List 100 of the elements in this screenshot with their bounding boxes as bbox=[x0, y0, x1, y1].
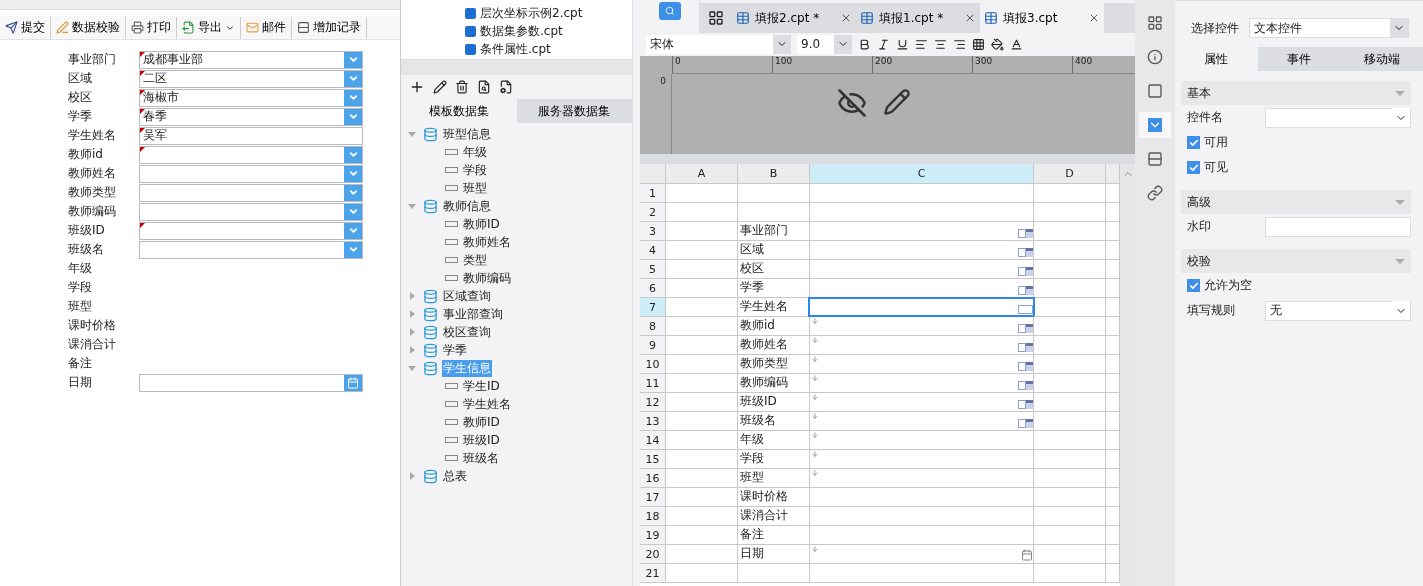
bold-icon[interactable] bbox=[858, 37, 871, 51]
expand-icon[interactable] bbox=[409, 472, 415, 480]
combo-field[interactable]: 海椒市 bbox=[139, 88, 363, 107]
row-header[interactable]: 8 bbox=[640, 317, 666, 336]
align-right-icon[interactable] bbox=[953, 37, 966, 51]
date-field[interactable] bbox=[139, 373, 363, 392]
toolbar-button[interactable]: 增加记录 bbox=[292, 16, 367, 39]
dropdown-button[interactable] bbox=[344, 70, 362, 87]
sheet-cell[interactable] bbox=[666, 374, 738, 393]
search-button[interactable] bbox=[658, 2, 681, 20]
sheet-cell[interactable] bbox=[1034, 374, 1106, 393]
sheet-cell[interactable] bbox=[1034, 317, 1106, 336]
sheet-cell[interactable] bbox=[810, 507, 1034, 526]
dataset-item[interactable]: 校区查询 bbox=[442, 323, 492, 341]
property-tab[interactable]: 移动端 bbox=[1340, 47, 1423, 71]
sheet-cell[interactable]: 教师id bbox=[738, 317, 810, 336]
sheet-cell[interactable] bbox=[666, 241, 738, 260]
combo-field[interactable]: 成都事业部 bbox=[139, 50, 363, 69]
preview-icon[interactable] bbox=[477, 80, 491, 94]
sheet-cell[interactable] bbox=[810, 450, 1034, 469]
font-color-icon[interactable] bbox=[1010, 37, 1023, 51]
combo-field[interactable] bbox=[139, 240, 363, 259]
font-select[interactable]: 宋体 bbox=[646, 34, 791, 54]
dropdown-button[interactable] bbox=[344, 184, 362, 201]
field-item[interactable]: 教师姓名 bbox=[462, 233, 512, 251]
new-sheet-icon[interactable] bbox=[708, 10, 724, 26]
sheet-cell[interactable]: 教师姓名 bbox=[738, 336, 810, 355]
sheet-cell[interactable]: 日期 bbox=[738, 545, 810, 564]
row-header[interactable]: 5 bbox=[640, 260, 666, 279]
checkbox[interactable] bbox=[1187, 161, 1200, 174]
sheet-cell[interactable] bbox=[810, 336, 1034, 355]
sheet-cell[interactable] bbox=[810, 526, 1034, 545]
sheet-cell[interactable] bbox=[810, 564, 1034, 583]
row-header[interactable]: 2 bbox=[640, 203, 666, 222]
select-field[interactable] bbox=[1265, 107, 1411, 128]
sheet-cell[interactable] bbox=[1034, 393, 1106, 412]
close-icon[interactable] bbox=[840, 12, 852, 24]
sheet-cell[interactable] bbox=[738, 203, 810, 222]
sheet-cell[interactable] bbox=[1034, 279, 1106, 298]
combo-field[interactable] bbox=[139, 145, 363, 164]
sheet-cell[interactable]: 校区 bbox=[738, 260, 810, 279]
sheet-cell[interactable] bbox=[1034, 469, 1106, 488]
align-center-icon[interactable] bbox=[934, 37, 947, 51]
sheet-cell[interactable] bbox=[1034, 355, 1106, 374]
italic-icon[interactable] bbox=[877, 37, 890, 51]
sheet-cell[interactable] bbox=[666, 564, 738, 583]
sheet-cell[interactable] bbox=[810, 184, 1034, 203]
field-item[interactable]: 学生ID bbox=[462, 377, 501, 395]
sheet-cell[interactable] bbox=[666, 222, 738, 241]
sheet-cell[interactable] bbox=[738, 564, 810, 583]
collapse-icon[interactable] bbox=[408, 203, 416, 209]
file-item[interactable]: 条件属性.cpt bbox=[465, 40, 632, 58]
sheet-cell[interactable]: 学生姓名 bbox=[738, 298, 810, 317]
row-header[interactable]: 18 bbox=[640, 507, 666, 526]
row-header[interactable]: 13 bbox=[640, 412, 666, 431]
sheet-cell[interactable] bbox=[666, 298, 738, 317]
input-field[interactable] bbox=[1265, 216, 1411, 237]
sheet-cell[interactable] bbox=[666, 450, 738, 469]
sheet-cell[interactable] bbox=[666, 412, 738, 431]
row-header[interactable]: 4 bbox=[640, 241, 666, 260]
dropdown-button[interactable] bbox=[344, 222, 362, 239]
property-tab[interactable]: 事件 bbox=[1257, 47, 1341, 71]
field-item[interactable]: 学生姓名 bbox=[462, 395, 512, 413]
row-header[interactable]: 15 bbox=[640, 450, 666, 469]
combo-field[interactable] bbox=[139, 183, 363, 202]
sheet-cell[interactable]: 课消合计 bbox=[738, 507, 810, 526]
checkbox[interactable] bbox=[1187, 136, 1200, 149]
sheet-cell[interactable] bbox=[1034, 564, 1106, 583]
expand-icon[interactable] bbox=[409, 310, 415, 318]
sheet-cell[interactable] bbox=[1034, 526, 1106, 545]
dataset-item[interactable]: 区域查询 bbox=[442, 287, 492, 305]
control-select[interactable]: 文本控件 bbox=[1249, 18, 1409, 38]
field-item[interactable]: 班级ID bbox=[462, 431, 501, 449]
sheet-cell[interactable] bbox=[1034, 431, 1106, 450]
dropdown-button[interactable] bbox=[344, 108, 362, 125]
row-header[interactable]: 20 bbox=[640, 545, 666, 564]
sheet-cell[interactable] bbox=[666, 469, 738, 488]
sheet-cell[interactable]: 教师类型 bbox=[738, 355, 810, 374]
field-item[interactable]: 班级名 bbox=[462, 449, 500, 467]
dropdown-button[interactable] bbox=[344, 89, 362, 106]
field-item[interactable]: 教师ID bbox=[462, 215, 501, 233]
border-icon[interactable] bbox=[972, 37, 985, 51]
collapse-icon[interactable] bbox=[1395, 258, 1405, 264]
underline-icon[interactable] bbox=[896, 37, 909, 51]
toolbar-button[interactable]: 导出 bbox=[177, 16, 241, 39]
checkbox[interactable] bbox=[1187, 279, 1200, 292]
sheet-cell[interactable] bbox=[810, 222, 1034, 241]
dropdown-button[interactable] bbox=[344, 51, 362, 68]
sheet-cell[interactable] bbox=[1034, 222, 1106, 241]
section-header[interactable]: 基本 bbox=[1181, 81, 1411, 105]
field-item[interactable]: 教师编码 bbox=[462, 269, 512, 287]
sheet-cell[interactable] bbox=[666, 279, 738, 298]
dropdown-button[interactable] bbox=[344, 203, 362, 220]
sheet-cell[interactable] bbox=[738, 184, 810, 203]
dataset-item[interactable]: 事业部查询 bbox=[442, 305, 504, 323]
expand-icon[interactable] bbox=[409, 292, 415, 300]
sheet-cell[interactable] bbox=[810, 260, 1034, 279]
close-icon[interactable] bbox=[964, 12, 976, 24]
sheet-cell[interactable] bbox=[1034, 203, 1106, 222]
collapse-icon[interactable] bbox=[1395, 90, 1405, 96]
